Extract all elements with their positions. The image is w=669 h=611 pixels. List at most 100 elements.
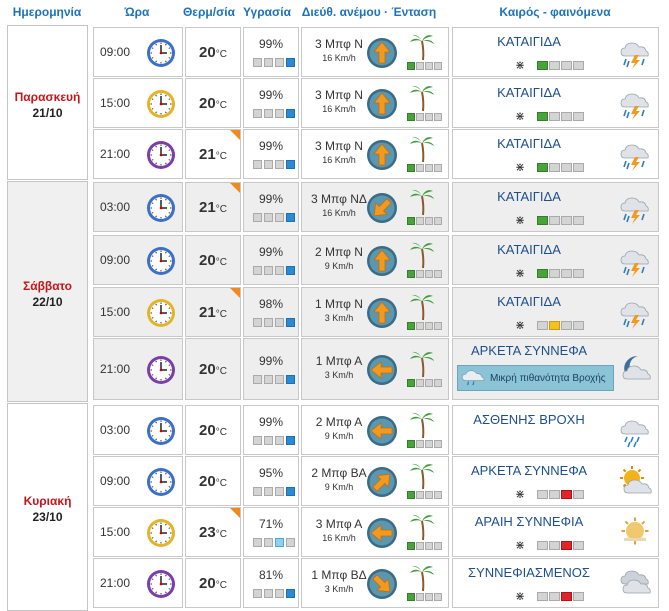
mosquito-bar: [573, 592, 584, 601]
humidity-cell: 99%: [243, 78, 299, 128]
temp-cell: 20°C: [185, 78, 241, 128]
wind-bar: [407, 62, 415, 70]
humidity-bar: [275, 213, 284, 222]
mosquito-bar: [561, 321, 572, 330]
humidity-bar: [286, 109, 295, 118]
wind-beaufort: 2 Μπφ Ν: [315, 245, 363, 259]
palm-tree-icon: [409, 84, 435, 112]
wind-bar: [416, 322, 424, 330]
humidity-value: 99%: [258, 37, 284, 51]
humidity-bar: [286, 58, 295, 67]
time-label: 15:00: [100, 96, 131, 110]
temp-number: 21: [199, 304, 216, 321]
wind-bar: [425, 270, 433, 278]
mosquito-bar: [573, 61, 584, 70]
mosquito-level-bars: [537, 61, 584, 70]
wind-bar: [407, 491, 415, 499]
time-cell: 03:00: [93, 405, 183, 455]
wind-speed: 16 Km/h: [322, 53, 356, 63]
palm-tree-icon: [409, 462, 435, 490]
mosquito-icon: ⋇: [515, 589, 526, 603]
humidity-cell: 81%: [243, 558, 299, 608]
wind-bar: [416, 440, 424, 448]
light-rain-icon: [618, 414, 652, 448]
wind-bar: [425, 62, 433, 70]
weather-cell: ΚΑΤΑΙΓΙΔΑ ⋇: [452, 129, 659, 179]
wind-speed: 16 Km/h: [322, 155, 356, 165]
rain-chance-note: Μικρή πιθανότητα Βροχής: [457, 365, 614, 391]
wind-bar: [407, 322, 415, 330]
mosquito-bar: [561, 541, 572, 550]
palm-tree-icon: [409, 564, 435, 592]
palm-tree-icon: [409, 33, 435, 61]
temp-number: 20: [199, 361, 216, 378]
humidity-value: 99%: [258, 192, 284, 206]
wind-intensity-bars: [407, 164, 442, 172]
humidity-bars: [253, 436, 295, 445]
wind-direction-arrow-icon: [366, 88, 398, 120]
humidity-bar: [275, 487, 284, 496]
day-cell: Κυριακή 23/10: [7, 403, 88, 611]
warning-flag-icon: [230, 508, 240, 518]
wind-text: 3 Μπφ ΝΔ 16 Km/h: [310, 192, 368, 218]
wind-beaufort: 1 Μπφ ΒΔ: [311, 568, 367, 582]
condition-label: ΑΣΘΕΝΗΣ ΒΡΟΧΗ: [473, 412, 585, 427]
humidity-value: 81%: [258, 568, 284, 582]
humidity-cell: 71%: [243, 507, 299, 557]
wind-intensity-bars: [407, 113, 442, 121]
time-label: 03:00: [100, 200, 131, 214]
mosquito-bar: [549, 112, 560, 121]
wind-bar: [434, 593, 442, 601]
humidity-bar: [275, 266, 284, 275]
wind-intensity-bars: [407, 270, 442, 278]
wind-bar: [416, 164, 424, 172]
temp-value: 20°C: [186, 252, 240, 269]
humidity-cell: 98%: [243, 287, 299, 337]
palm-tree-icon: [409, 513, 435, 541]
wind-text: 3 Μπφ Ν 16 Km/h: [310, 88, 368, 114]
condition-label: ΑΡΚΕΤΑ ΣΥΝΝΕΦΑ: [470, 343, 588, 358]
wind-speed: 9 Km/h: [324, 261, 354, 271]
mosquito-bar: [549, 216, 560, 225]
wind-direction-arrow-icon: [366, 517, 398, 549]
weather-cell: ΚΑΤΑΙΓΙΔΑ ⋇: [452, 27, 659, 77]
day-cell: Παρασκευή 21/10: [7, 25, 88, 180]
mosquito-level-bars: [537, 592, 584, 601]
mosquito-bar: [573, 112, 584, 121]
wind-intensity-bars: [407, 379, 442, 387]
humidity-bar: [286, 266, 295, 275]
time-cell: 09:00: [93, 456, 183, 506]
time-cell: 09:00: [93, 27, 183, 77]
mosquito-level-bars: [537, 112, 584, 121]
warning-flag-icon: [230, 183, 240, 193]
clock-icon: [146, 518, 176, 548]
wind-cell: 2 Μπφ Α 9 Km/h: [301, 405, 449, 455]
wind-direction-arrow-icon: [366, 37, 398, 69]
sun-cloud-icon: [618, 465, 652, 499]
weather-cell: ΑΡΑΙΗ ΣΥΝΝΕΦΙΑ ⋇: [452, 507, 659, 557]
wind-beaufort: 3 Μπφ Ν: [315, 88, 363, 102]
humidity-value: 99%: [258, 88, 284, 102]
humidity-value: 99%: [258, 139, 284, 153]
wind-text: 1 Μπφ Α 3 Km/h: [310, 354, 368, 380]
wind-text: 1 Μπφ ΒΔ 3 Km/h: [310, 568, 368, 594]
time-label: 09:00: [100, 253, 131, 267]
wind-bar: [416, 542, 424, 550]
temp-number: 20: [199, 44, 216, 61]
mosquito-icon: ⋇: [515, 318, 526, 332]
wind-bar: [407, 379, 415, 387]
mosquito-bar: [561, 61, 572, 70]
wind-intensity-bars: [407, 593, 442, 601]
wind-direction-arrow-icon: [366, 245, 398, 277]
clock-icon: [146, 298, 176, 328]
mosquito-bar: [573, 269, 584, 278]
temp-unit: °C: [215, 151, 227, 162]
col-time-header: Ώρα: [124, 5, 150, 19]
humidity-bars: [253, 213, 295, 222]
overcast-icon: [618, 567, 652, 601]
humidity-bars: [253, 160, 295, 169]
temp-number: 20: [199, 95, 216, 112]
wind-bar: [407, 113, 415, 121]
wind-text: 3 Μπφ Α 16 Km/h: [310, 517, 368, 543]
clock-icon: [146, 246, 176, 276]
